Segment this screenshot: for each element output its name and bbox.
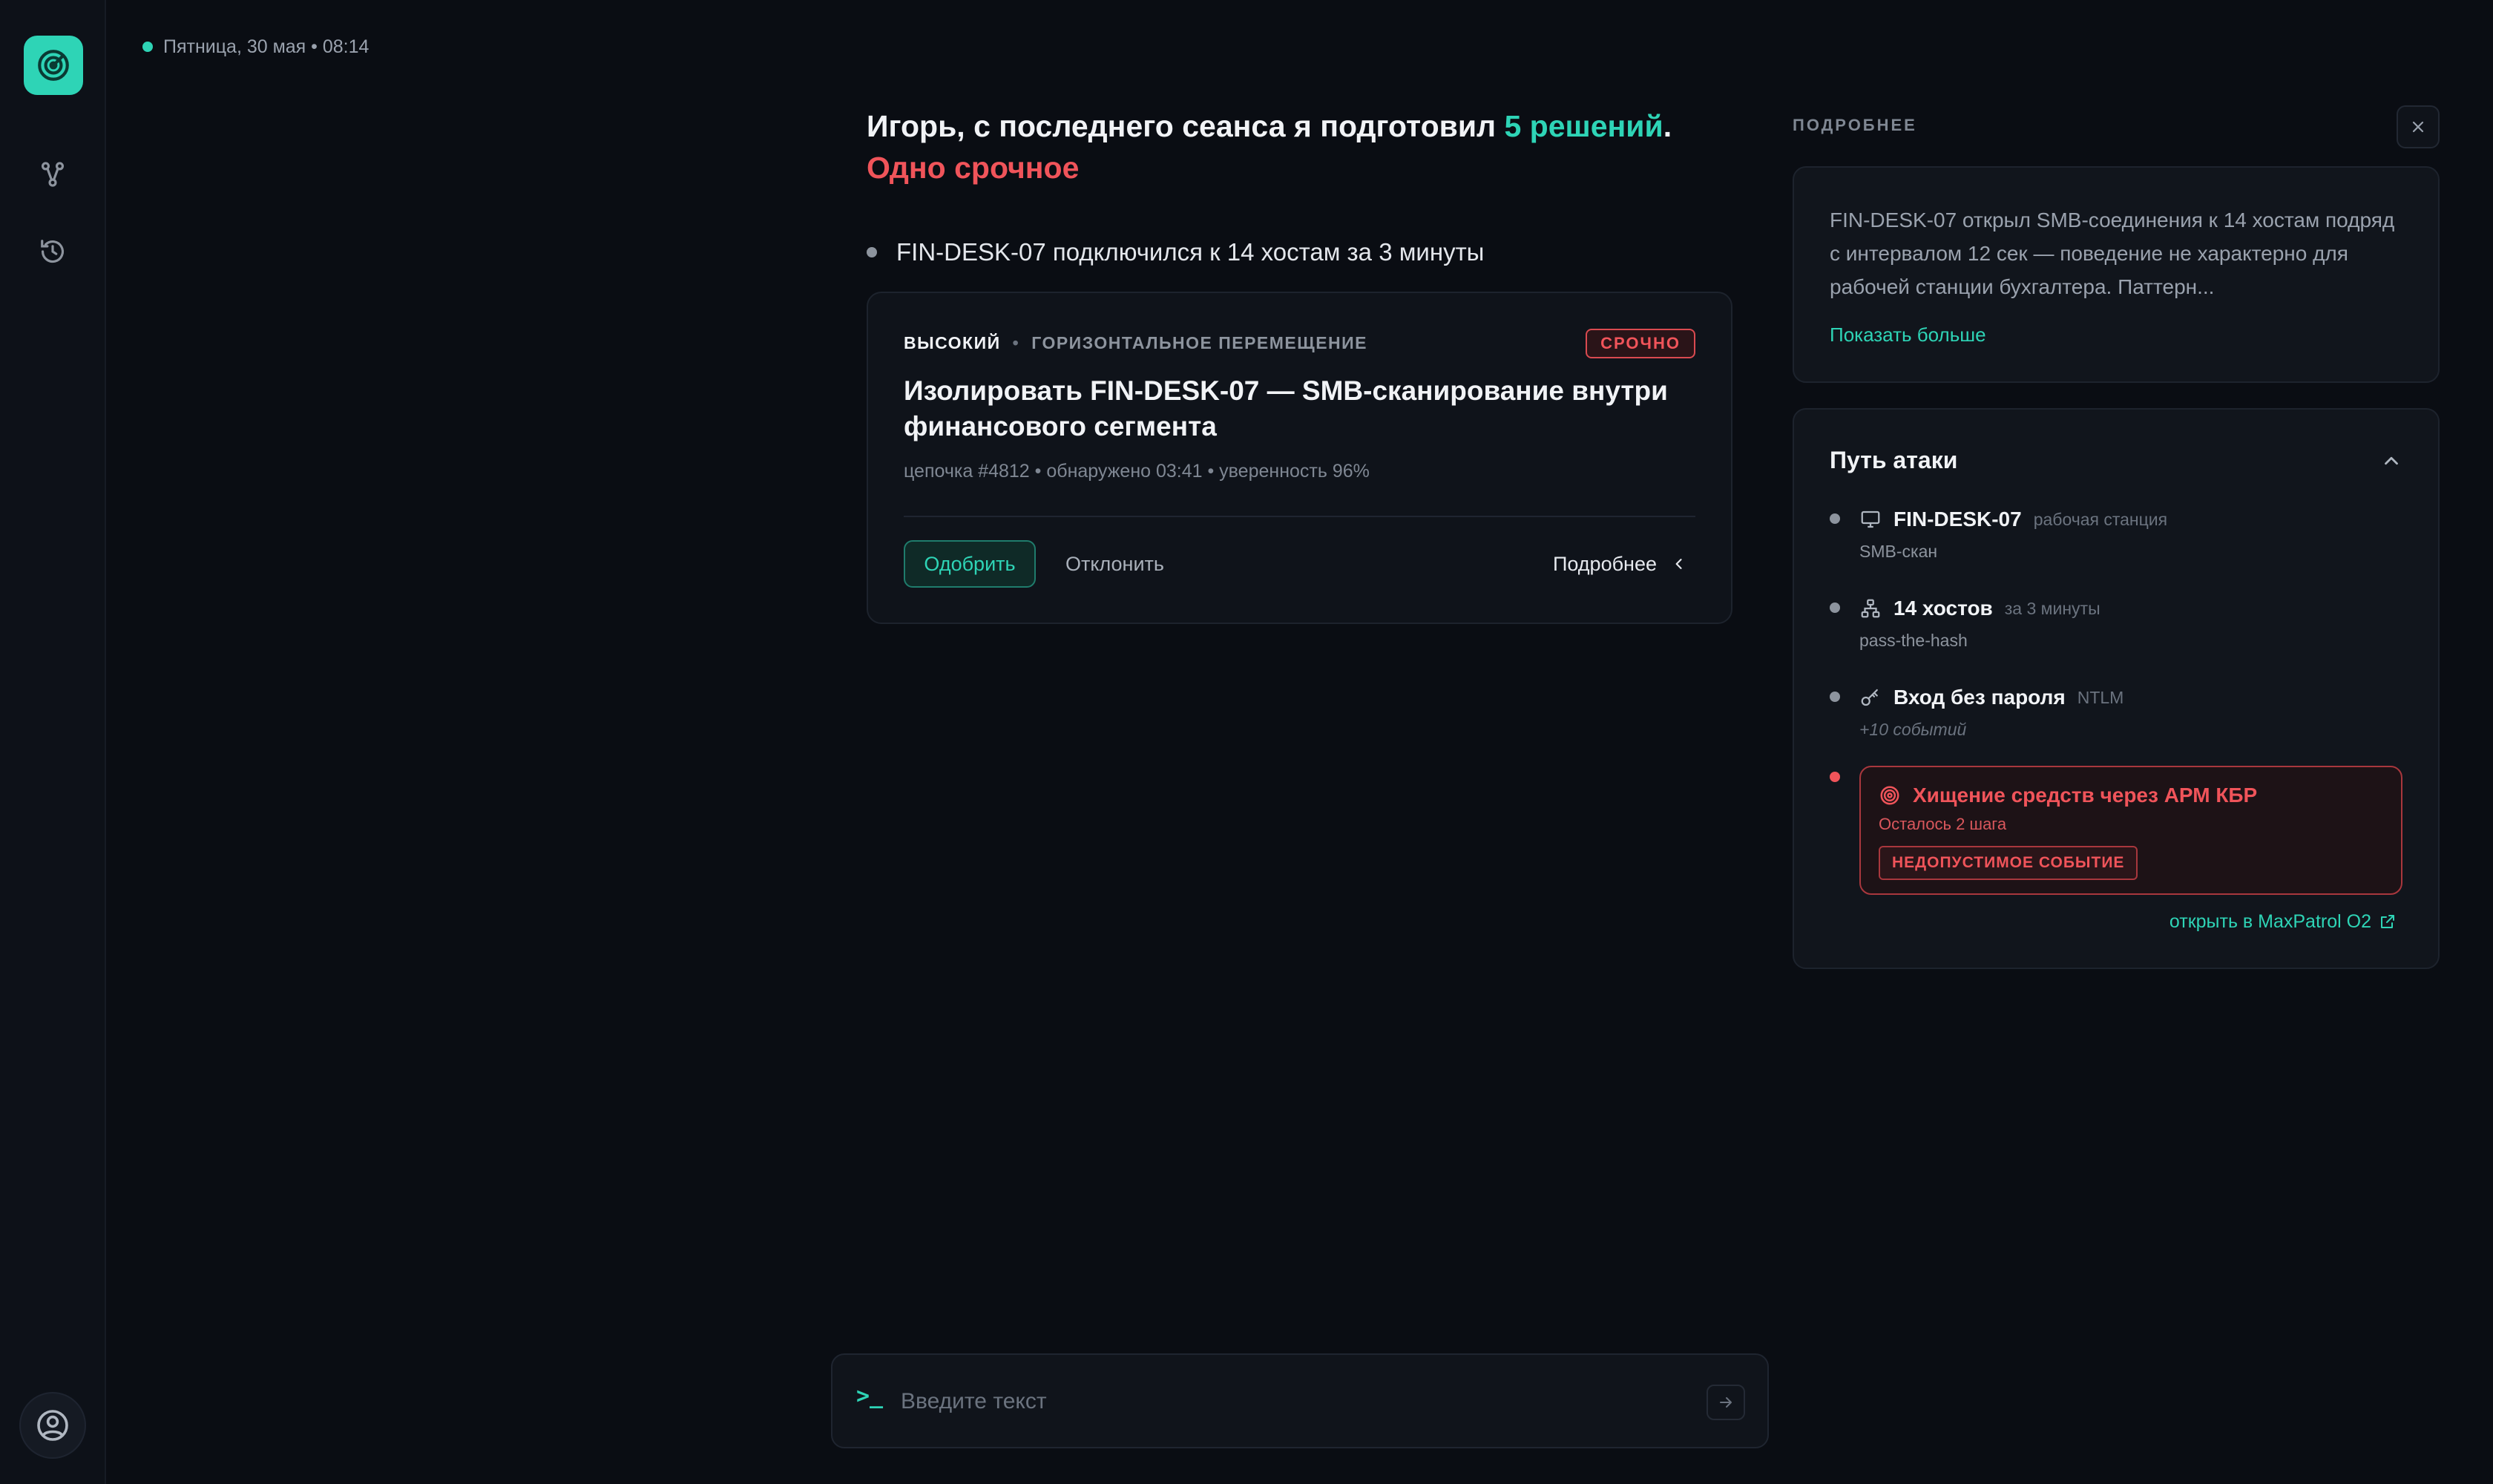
meta-separator: •	[1012, 332, 1020, 352]
details-button[interactable]: Подробнее	[1553, 540, 1686, 588]
card-meta-row: ВЫСОКИЙ • ГОРИЗОНТАЛЬНОЕ ПЕРЕМЕЩЕНИЕ	[904, 332, 1367, 354]
arrow-right-icon	[1720, 1397, 1732, 1408]
profile-button[interactable]	[19, 1392, 86, 1459]
app-logo[interactable]	[24, 36, 83, 95]
approve-button[interactable]: Одобрить	[904, 540, 1036, 588]
decision-card: ВЫСОКИЙ • ГОРИЗОНТАЛЬНОЕ ПЕРЕМЕЩЕНИЕ СРО…	[867, 292, 1732, 624]
status-datetime: Пятница, 30 мая • 08:14	[163, 36, 369, 57]
step-hint: NTLM	[2077, 687, 2124, 707]
step-hint: за 3 минуты	[2004, 598, 2101, 618]
nav-graph-button[interactable]	[34, 156, 71, 193]
event-summary: FIN-DESK-07 подключился к 14 хостам за 3…	[867, 236, 1484, 269]
terminal-prompt-icon: >_	[856, 1383, 884, 1409]
close-panel-button[interactable]	[2397, 105, 2440, 148]
step-label: 14 хостов	[1893, 597, 1993, 620]
user-avatar-icon	[37, 1410, 68, 1441]
urgent-badge: СРОЧНО	[1586, 329, 1695, 358]
step-node	[1830, 692, 1840, 702]
headline-dot: .	[1663, 109, 1672, 143]
session-status: Пятница, 30 мая • 08:14	[142, 36, 369, 58]
target-title: Хищение средств через АРМ КБР	[1913, 784, 2258, 807]
target-icon	[1880, 786, 1899, 805]
unacceptable-event-tag: НЕДОПУСТИМОЕ СОБЫТИЕ	[1879, 846, 2138, 880]
attack-path-box: Путь атаки FIN-DESK-07 рабочая станция S…	[1793, 408, 2440, 969]
open-maxpatrol-link[interactable]: открыть в MaxPatrol O2	[2170, 908, 2397, 935]
step-sub: SMB-скан	[1859, 542, 1938, 561]
target-node	[1830, 772, 1840, 782]
event-text: FIN-DESK-07 подключился к 14 хостам за 3…	[896, 238, 1485, 266]
step-hint: рабочая станция	[2033, 509, 2168, 529]
step-sub: pass-the-hash	[1859, 631, 1968, 650]
chevron-up-icon[interactable]	[2380, 450, 2402, 472]
decision-title: Изолировать FIN-DESK-07 — SMB-сканирован…	[904, 375, 1668, 441]
decision-meta: цепочка #4812 • обнаружено 03:41 • увере…	[904, 461, 1370, 482]
send-button[interactable]	[1707, 1385, 1745, 1420]
card-divider	[904, 516, 1695, 517]
chevron-left-icon	[1675, 559, 1682, 569]
description-box: FIN-DESK-07 открыл SMB-соединения к 14 х…	[1793, 166, 2440, 383]
step-node	[1830, 603, 1840, 613]
open-link-label: открыть в MaxPatrol O2	[2169, 910, 2371, 932]
command-input[interactable]	[901, 1377, 1643, 1426]
online-dot	[142, 42, 153, 52]
reject-button[interactable]: Отклонить	[1065, 540, 1164, 588]
command-input-bar: >_	[831, 1353, 1769, 1448]
network-icon	[1861, 599, 1880, 618]
step-node	[1830, 513, 1840, 524]
steps-left: Осталось 2 шага	[1879, 815, 2007, 833]
history-icon	[41, 240, 65, 263]
headline-lead: Игорь, с последнего сеанса я подготовил	[867, 109, 1505, 143]
nav-history-button[interactable]	[34, 233, 71, 270]
headline-urgent: Одно срочное	[867, 151, 1080, 185]
graph-icon	[41, 162, 65, 187]
step-label: FIN-DESK-07	[1893, 508, 2022, 531]
event-bullet	[867, 247, 877, 257]
headline-count[interactable]: 5 решений	[1504, 109, 1663, 143]
sidebar	[0, 0, 106, 1484]
close-icon	[2412, 121, 2424, 133]
step-label: Вход без пароля	[1893, 686, 2066, 709]
description-text: FIN-DESK-07 открыл SMB-соединения к 14 х…	[1830, 209, 2395, 298]
greeting-headline: Игорь, с последнего сеанса я подготовил …	[867, 105, 1712, 188]
key-icon	[1861, 689, 1878, 706]
radar-icon	[38, 50, 69, 81]
target-event-card[interactable]: Хищение средств через АРМ КБР Осталось 2…	[1859, 766, 2402, 895]
step-sub: +10 событий	[1859, 720, 1967, 739]
attack-path-title: Путь атаки	[1830, 447, 1958, 473]
show-more-link[interactable]: Показать больше	[1830, 324, 1986, 347]
external-link-icon	[2381, 915, 2394, 928]
monitor-icon	[1861, 510, 1880, 528]
panel-label: ПОДРОБНЕЕ	[1793, 116, 1917, 134]
severity-label: ВЫСОКИЙ	[904, 332, 1001, 352]
category-label: ГОРИЗОНТАЛЬНОЕ ПЕРЕМЕЩЕНИЕ	[1031, 332, 1368, 352]
details-label: Подробнее	[1552, 552, 1657, 575]
